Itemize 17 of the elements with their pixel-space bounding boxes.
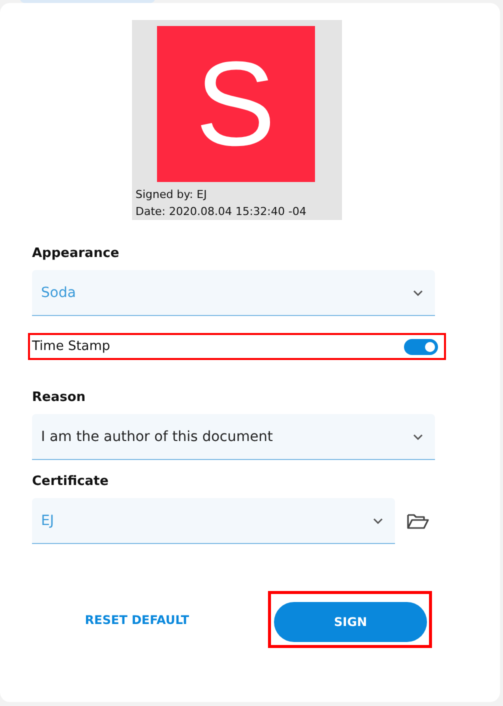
chevron-icon: [413, 290, 423, 296]
field-label: Certificate: [32, 474, 110, 489]
sign-button[interactable]: SIGN: [274, 602, 427, 642]
logo: S: [156, 26, 314, 182]
field-label: Appearance: [32, 246, 120, 261]
reset-default-button[interactable]: RESET DEFAULT: [72, 612, 202, 626]
chevron-icon: [413, 434, 423, 440]
dropdown-field[interactable]: EJ: [32, 498, 395, 544]
signed-by-text: Signed by: EJ: [136, 187, 208, 203]
field-label: Reason: [32, 390, 87, 405]
dropdown-field[interactable]: I am the author of this document: [32, 414, 435, 460]
time-stamp-label: Time Stamp: [32, 339, 110, 354]
chevron-icon: [373, 518, 383, 524]
date-text: Date: 2020.08.04 15:32:40 -04: [136, 204, 308, 220]
folder-icon[interactable]: [407, 512, 429, 530]
dropdown-field[interactable]: Soda: [32, 270, 435, 316]
toggle-switch[interactable]: [404, 338, 438, 354]
